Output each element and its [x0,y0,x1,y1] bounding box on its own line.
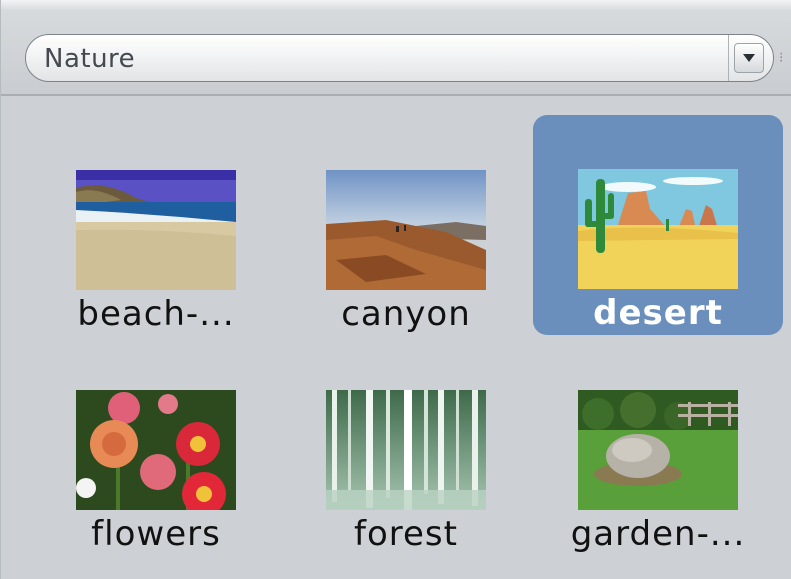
canyon-thumbnail [326,170,486,290]
gallery-item-desert[interactable]: desert [533,115,783,335]
dropdown-divider [728,35,729,81]
gallery-item-label: beach-... [77,294,235,334]
category-dropdown-value: Nature [44,44,136,74]
gallery-item-canyon[interactable]: canyon [281,116,531,336]
gallery-item-flowers[interactable]: flowers [31,336,281,556]
gallery-item-label: canyon [341,294,471,334]
gallery-item-label: forest [354,514,458,554]
backdrop-library-panel: Nature ⁝ beach-... canyon desert flowers… [0,0,791,579]
garden-thumbnail [578,390,738,510]
category-header: Nature ⁝ [1,10,791,96]
gallery-item-garden[interactable]: garden-... [533,336,783,556]
dropdown-arrow-button[interactable] [734,43,764,73]
gallery-item-forest[interactable]: forest [281,336,531,556]
edge-handle-icon: ⁝ [779,50,784,66]
chevron-down-icon [743,54,755,62]
category-dropdown[interactable]: Nature [25,34,774,82]
forest-thumbnail [326,390,486,510]
beach-thumbnail [76,170,236,290]
gallery-item-label: desert [593,293,723,333]
thumbnail-grid: beach-... canyon desert flowers forest g… [1,96,791,579]
flowers-thumbnail [76,390,236,510]
gallery-item-label: garden-... [570,514,746,554]
gallery-item-beach[interactable]: beach-... [31,116,281,336]
gallery-item-label: flowers [91,514,221,554]
desert-thumbnail [578,169,738,289]
